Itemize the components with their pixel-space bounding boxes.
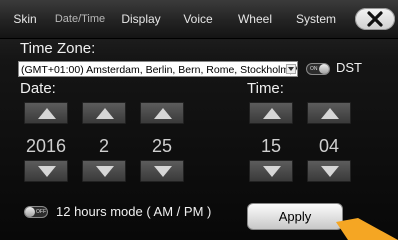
year-down-button[interactable] <box>24 160 68 182</box>
apply-button[interactable]: Apply <box>247 203 343 230</box>
tab-display[interactable]: Display <box>114 0 168 38</box>
hour-value: 15 <box>260 136 282 156</box>
12-hour-mode-toggle[interactable]: OFF <box>24 206 48 218</box>
settings-tab-bar: Skin Date/Time Display Voice Wheel Syste… <box>0 0 398 39</box>
tab-datetime[interactable]: Date/Time <box>52 0 108 38</box>
minute-up-button[interactable] <box>307 102 351 124</box>
month-up-button[interactable] <box>82 102 126 124</box>
arrow-down-icon <box>96 166 114 177</box>
year-value: 2016 <box>25 136 67 156</box>
minute-down-button[interactable] <box>307 160 351 182</box>
arrow-up-icon <box>38 108 56 119</box>
arrow-down-icon <box>38 166 56 177</box>
arrow-down-icon <box>321 166 339 177</box>
hour-down-button[interactable] <box>249 160 293 182</box>
dst-label: DST <box>336 60 362 75</box>
time-label: Time: <box>247 80 284 97</box>
close-x-icon <box>367 11 383 27</box>
day-value: 25 <box>151 136 173 156</box>
minute-value: 04 <box>318 136 340 156</box>
pointer-arrow-icon <box>336 218 398 240</box>
dst-toggle-state: ON <box>310 66 318 72</box>
12-hour-toggle-state: OFF <box>36 209 46 215</box>
dropdown-arrow-icon <box>286 64 296 74</box>
arrow-down-icon <box>154 166 172 177</box>
arrow-down-icon <box>263 166 281 177</box>
month-value: 2 <box>98 136 109 156</box>
arrow-up-icon <box>96 108 114 119</box>
tab-wheel[interactable]: Wheel <box>233 0 277 38</box>
tab-voice[interactable]: Voice <box>177 0 219 38</box>
tab-system[interactable]: System <box>291 0 341 38</box>
arrow-up-icon <box>263 108 281 119</box>
toggle-knob <box>25 207 35 217</box>
arrow-up-icon <box>321 108 339 119</box>
timezone-selected-value: (GMT+01:00) Amsterdam, Berlin, Bern, Rom… <box>21 64 298 76</box>
close-button[interactable] <box>355 8 395 30</box>
day-down-button[interactable] <box>140 160 184 182</box>
dst-toggle[interactable]: ON <box>306 63 330 75</box>
datetime-settings-screen: Skin Date/Time Display Voice Wheel Syste… <box>0 0 398 240</box>
date-label: Date: <box>20 80 56 97</box>
month-down-button[interactable] <box>82 160 126 182</box>
12-hour-mode-label: 12 hours mode ( AM / PM ) <box>56 204 212 219</box>
toggle-knob <box>319 64 329 74</box>
timezone-select[interactable]: (GMT+01:00) Amsterdam, Berlin, Bern, Rom… <box>18 61 298 77</box>
timezone-label: Time Zone: <box>20 40 96 57</box>
hour-up-button[interactable] <box>249 102 293 124</box>
year-up-button[interactable] <box>24 102 68 124</box>
arrow-up-icon <box>154 108 172 119</box>
tab-skin[interactable]: Skin <box>6 0 44 38</box>
day-up-button[interactable] <box>140 102 184 124</box>
